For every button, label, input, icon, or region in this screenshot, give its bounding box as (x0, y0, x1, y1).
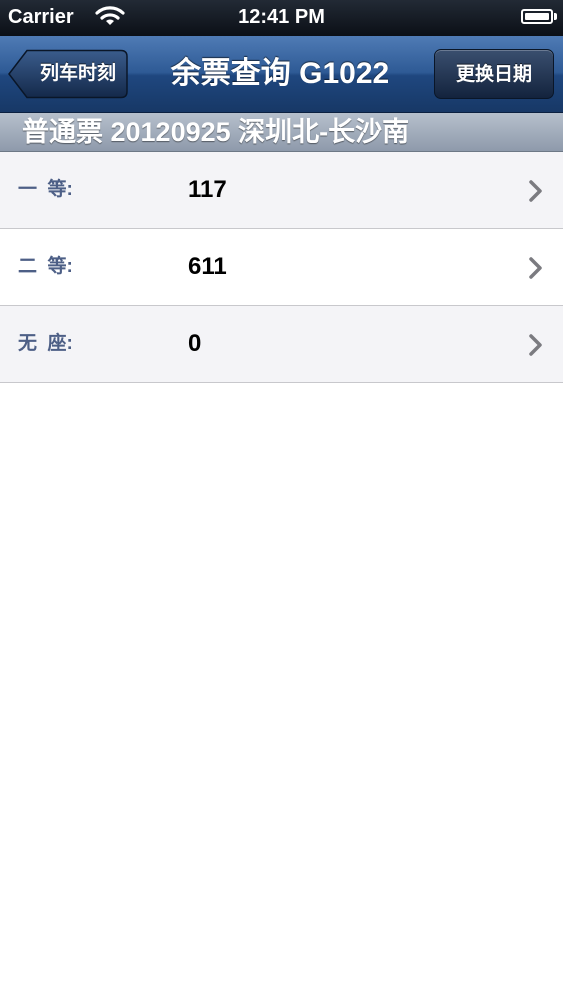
back-button-label: 列车时刻 (39, 63, 116, 84)
seat-row-first-class[interactable]: 一 等: 117 (0, 152, 563, 229)
seat-class-label: 二 等: (18, 256, 73, 277)
chevron-right-icon (529, 180, 542, 202)
seat-class-label: 无 座: (18, 333, 73, 354)
seat-count: 0 (188, 330, 202, 357)
status-bar: Carrier 12:41 PM (0, 0, 563, 36)
seat-count: 117 (188, 176, 227, 203)
section-header-text: 普通票 20120925 深圳北-长沙南 (22, 117, 410, 147)
page-title: 余票查询 G1022 (170, 57, 390, 90)
navigation-bar: 列车时刻 余票查询 G1022 更换日期 (0, 36, 563, 113)
seat-count: 611 (188, 253, 227, 280)
status-time: 12:41 PM (238, 6, 325, 28)
seat-list: 一 等: 117 二 等: 611 无 座: 0 (0, 152, 563, 383)
chevron-right-icon (529, 257, 542, 279)
change-date-button[interactable]: 更换日期 (434, 49, 554, 99)
seat-row-no-seat[interactable]: 无 座: 0 (0, 306, 563, 383)
seat-row-second-class[interactable]: 二 等: 611 (0, 229, 563, 306)
chevron-right-icon (529, 334, 542, 356)
battery-icon (521, 9, 553, 24)
battery-tip (554, 13, 557, 20)
back-button[interactable]: 列车时刻 (8, 49, 128, 99)
seat-class-label: 一 等: (18, 179, 73, 200)
section-header: 普通票 20120925 深圳北-长沙南 (0, 113, 563, 152)
